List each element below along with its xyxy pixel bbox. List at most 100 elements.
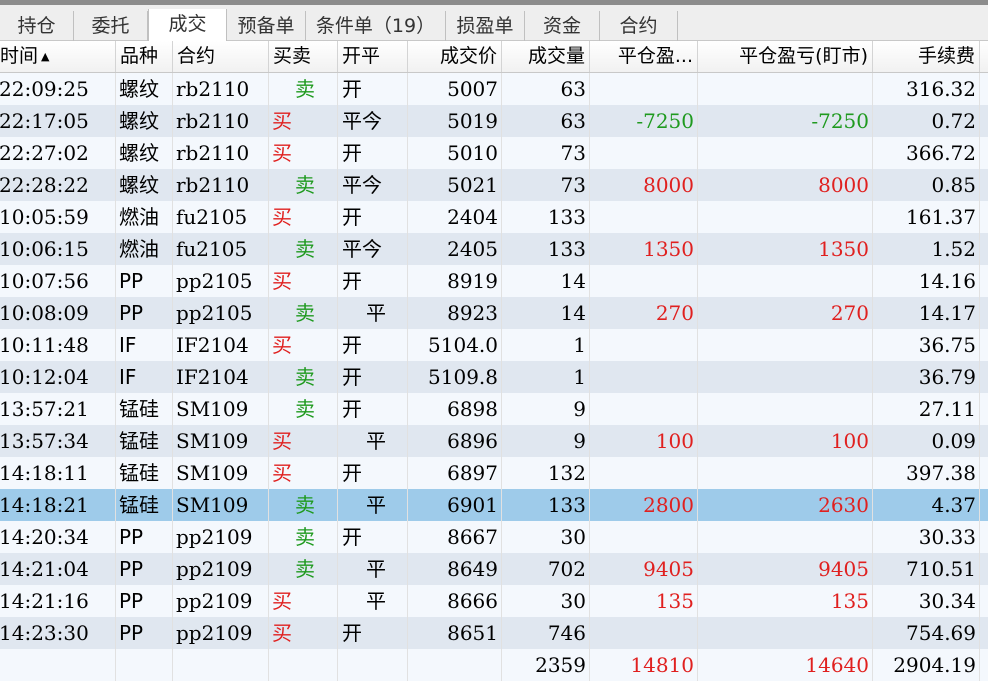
table-row[interactable]: 22:28:22 螺纹 rb2110 卖平今 5021 73 8000 8000 0.85 [0,169,988,201]
table-row[interactable]: 13:57:34 锰硅 SM109 买平 6896 9 100 100 0.09 [0,425,988,457]
cell-close-pl [590,361,698,393]
table-row[interactable]: 14:20:34 PP pp2109 卖开 8667 30 30.33 [0,521,988,553]
cell-side: 卖 [269,233,338,265]
cell-close-pl-mtm [698,393,873,425]
cell-time: 10:12:04 [0,361,116,393]
cell-offset: 开 [338,361,408,393]
column-header-close-pl-mtm[interactable]: 平仓盈亏(盯市) [698,41,873,72]
cell-offset: 平 [338,553,408,585]
tab-orders[interactable]: 委托 [74,11,148,41]
table-row[interactable]: 14:23:30 PP pp2109 买开 8651 746 754.69 [0,617,988,649]
cell-side: 买 [269,329,338,361]
table-row[interactable]: 14:18:21 锰硅 SM109 卖平 6901 133 2800 2630 4.37 [0,489,988,521]
column-header-contract[interactable]: 合约 [173,41,269,72]
table-row[interactable]: 10:12:04 IF IF2104 卖开 5109.8 1 36.79 [0,361,988,393]
cell-contract: rb2110 [173,73,269,105]
cell-close-pl-mtm [698,329,873,361]
table-row[interactable]: 10:11:48 IF IF2104 买开 5104.0 1 36.75 [0,329,988,361]
cell-product: 锰硅 [116,489,173,521]
cell-side: 卖 [269,489,338,521]
tab-conditional-orders[interactable]: 条件单（19） [306,11,446,41]
cell-offset: 开 [338,201,408,233]
column-header-product[interactable]: 品种 [116,41,173,72]
cell-contract: pp2109 [173,521,269,553]
table-row[interactable]: 22:17:05 螺纹 rb2110 买平今 5019 63 -7250 -7250 0.72 [0,105,988,137]
cell-fee: 0.85 [873,169,980,201]
cell-fee: 754.69 [873,617,980,649]
cell-close-pl: 270 [590,297,698,329]
cell-product: 锰硅 [116,425,173,457]
cell-side: 卖 [269,521,338,553]
tab-trades[interactable]: 成交 [148,9,227,42]
table-row[interactable]: 14:18:11 锰硅 SM109 买开 6897 132 397.38 [0,457,988,489]
cell-time: 22:27:02 [0,137,116,169]
cell-volume: 73 [502,169,590,201]
cell-offset: 开 [338,137,408,169]
column-header-close-pl[interactable]: 平仓盈... [590,41,698,72]
cell-close-pl [590,265,698,297]
table-row[interactable]: 22:09:25 螺纹 rb2110 卖开 5007 63 316.32 [0,73,988,105]
cell-contract: IF2104 [173,329,269,361]
cell-price: 5019 [408,105,502,137]
table-row[interactable]: 13:57:21 锰硅 SM109 卖开 6898 9 27.11 [0,393,988,425]
cell-offset: 开 [338,521,408,553]
totals-row[interactable]: 2359 14810 14640 2904.19 [0,649,988,681]
column-header-volume[interactable]: 成交量 [502,41,590,72]
table-row[interactable]: 10:06:15 燃油 fu2105 卖平今 2405 133 1350 1350 1.52 [0,233,988,265]
cell-close-pl-mtm [698,617,873,649]
cell-volume: 9 [502,425,590,457]
cell-product: 螺纹 [116,169,173,201]
table-row[interactable]: 10:05:59 燃油 fu2105 买开 2404 133 161.37 [0,201,988,233]
cell-close-pl [590,521,698,553]
cell-product: 螺纹 [116,137,173,169]
column-header-time-label: 时间 [0,45,39,67]
cell-volume: 702 [502,553,590,585]
cell-offset: 开 [338,617,408,649]
tab-prepared-orders[interactable]: 预备单 [227,11,306,41]
table-row[interactable]: 14:21:16 PP pp2109 买平 8666 30 135 135 30.34 [0,585,988,617]
cell-time: 14:20:34 [0,521,116,553]
cell-close-pl: 1350 [590,233,698,265]
cell-offset: 平今 [338,233,408,265]
table-row[interactable]: 10:07:56 PP pp2105 买开 8919 14 14.16 [0,265,988,297]
column-header-side[interactable]: 买卖 [269,41,338,72]
cell-close-pl-mtm: 270 [698,297,873,329]
column-header-offset[interactable]: 开平 [338,41,408,72]
cell-product: PP [116,553,173,585]
tab-positions[interactable]: 持仓 [0,11,74,41]
cell-product: 螺纹 [116,73,173,105]
cell-time: 10:05:59 [0,201,116,233]
cell-price: 6898 [408,393,502,425]
tab-funds[interactable]: 资金 [525,11,600,41]
tab-stop-orders[interactable]: 损盈单 [446,11,525,41]
column-header-fee[interactable]: 手续费 [873,41,980,72]
cell-price: 8666 [408,585,502,617]
cell-close-pl-mtm: 14640 [698,649,873,681]
cell-fee: 0.09 [873,425,980,457]
cell-volume: 1 [502,361,590,393]
cell-price: 5104.0 [408,329,502,361]
cell-close-pl: 2800 [590,489,698,521]
cell-close-pl-mtm [698,457,873,489]
cell-fee: 30.33 [873,521,980,553]
cell-volume: 63 [502,105,590,137]
cell-contract: pp2109 [173,617,269,649]
cell-time: 14:18:11 [0,457,116,489]
column-header-time[interactable]: 时间 ▲ [0,41,116,72]
cell-volume: 14 [502,297,590,329]
table-row[interactable]: 22:27:02 螺纹 rb2110 买开 5010 73 366.72 [0,137,988,169]
cell-close-pl-mtm: 100 [698,425,873,457]
cell-contract: IF2104 [173,361,269,393]
cell-volume: 30 [502,521,590,553]
cell-contract: rb2110 [173,105,269,137]
cell-offset: 开 [338,329,408,361]
cell-offset [338,649,408,681]
table-row[interactable]: 14:21:04 PP pp2109 卖平 8649 702 9405 9405 710.51 [0,553,988,585]
column-header-price[interactable]: 成交价 [408,41,502,72]
table-row[interactable]: 10:08:09 PP pp2105 卖平 8923 14 270 270 14.17 [0,297,988,329]
tab-contracts[interactable]: 合约 [600,11,678,41]
cell-side: 卖 [269,361,338,393]
cell-close-pl-mtm: 2630 [698,489,873,521]
cell-product: 螺纹 [116,105,173,137]
cell-close-pl: 8000 [590,169,698,201]
